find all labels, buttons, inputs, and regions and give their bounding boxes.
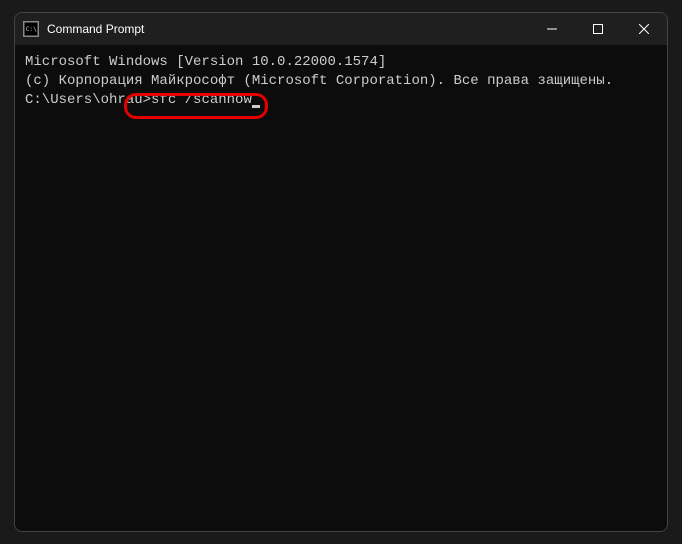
titlebar-left: C:\ Command Prompt (23, 21, 144, 37)
terminal-area[interactable]: Microsoft Windows [Version 10.0.22000.15… (15, 45, 667, 531)
prompt-text: C:\Users\ohrau> (25, 92, 151, 108)
terminal-output-line: (c) Корпорация Майкрософт (Microsoft Cor… (25, 72, 657, 91)
window-controls (529, 13, 667, 45)
svg-text:C:\: C:\ (26, 26, 37, 33)
maximize-button[interactable] (575, 13, 621, 45)
cmd-icon: C:\ (23, 21, 39, 37)
cursor-icon (252, 105, 260, 108)
terminal-output-line: Microsoft Windows [Version 10.0.22000.15… (25, 53, 657, 72)
minimize-button[interactable] (529, 13, 575, 45)
titlebar[interactable]: C:\ Command Prompt (15, 13, 667, 45)
command-prompt-window: C:\ Command Prompt Microsoft Windows [Ve… (14, 12, 668, 532)
command-text: sfc /scannow (151, 92, 252, 108)
terminal-prompt-line: C:\Users\ohrau>sfc /scannow (25, 91, 657, 110)
window-title: Command Prompt (47, 22, 144, 36)
close-button[interactable] (621, 13, 667, 45)
